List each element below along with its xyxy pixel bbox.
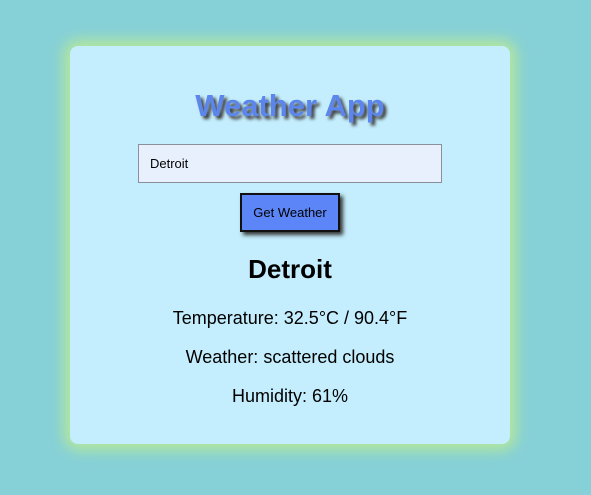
temperature-text: Temperature: 32.5°C / 90.4°F xyxy=(172,308,408,328)
get-weather-button[interactable]: Get Weather xyxy=(240,193,340,232)
weather-card: Weather App Get Weather Detroit Temperat… xyxy=(70,46,510,444)
weather-description-text: Weather: scattered clouds xyxy=(185,347,395,367)
humidity-text: Humidity: 61% xyxy=(231,386,349,406)
app-title: Weather App xyxy=(195,88,385,123)
city-name: Detroit xyxy=(248,254,332,284)
city-input[interactable] xyxy=(138,144,442,183)
